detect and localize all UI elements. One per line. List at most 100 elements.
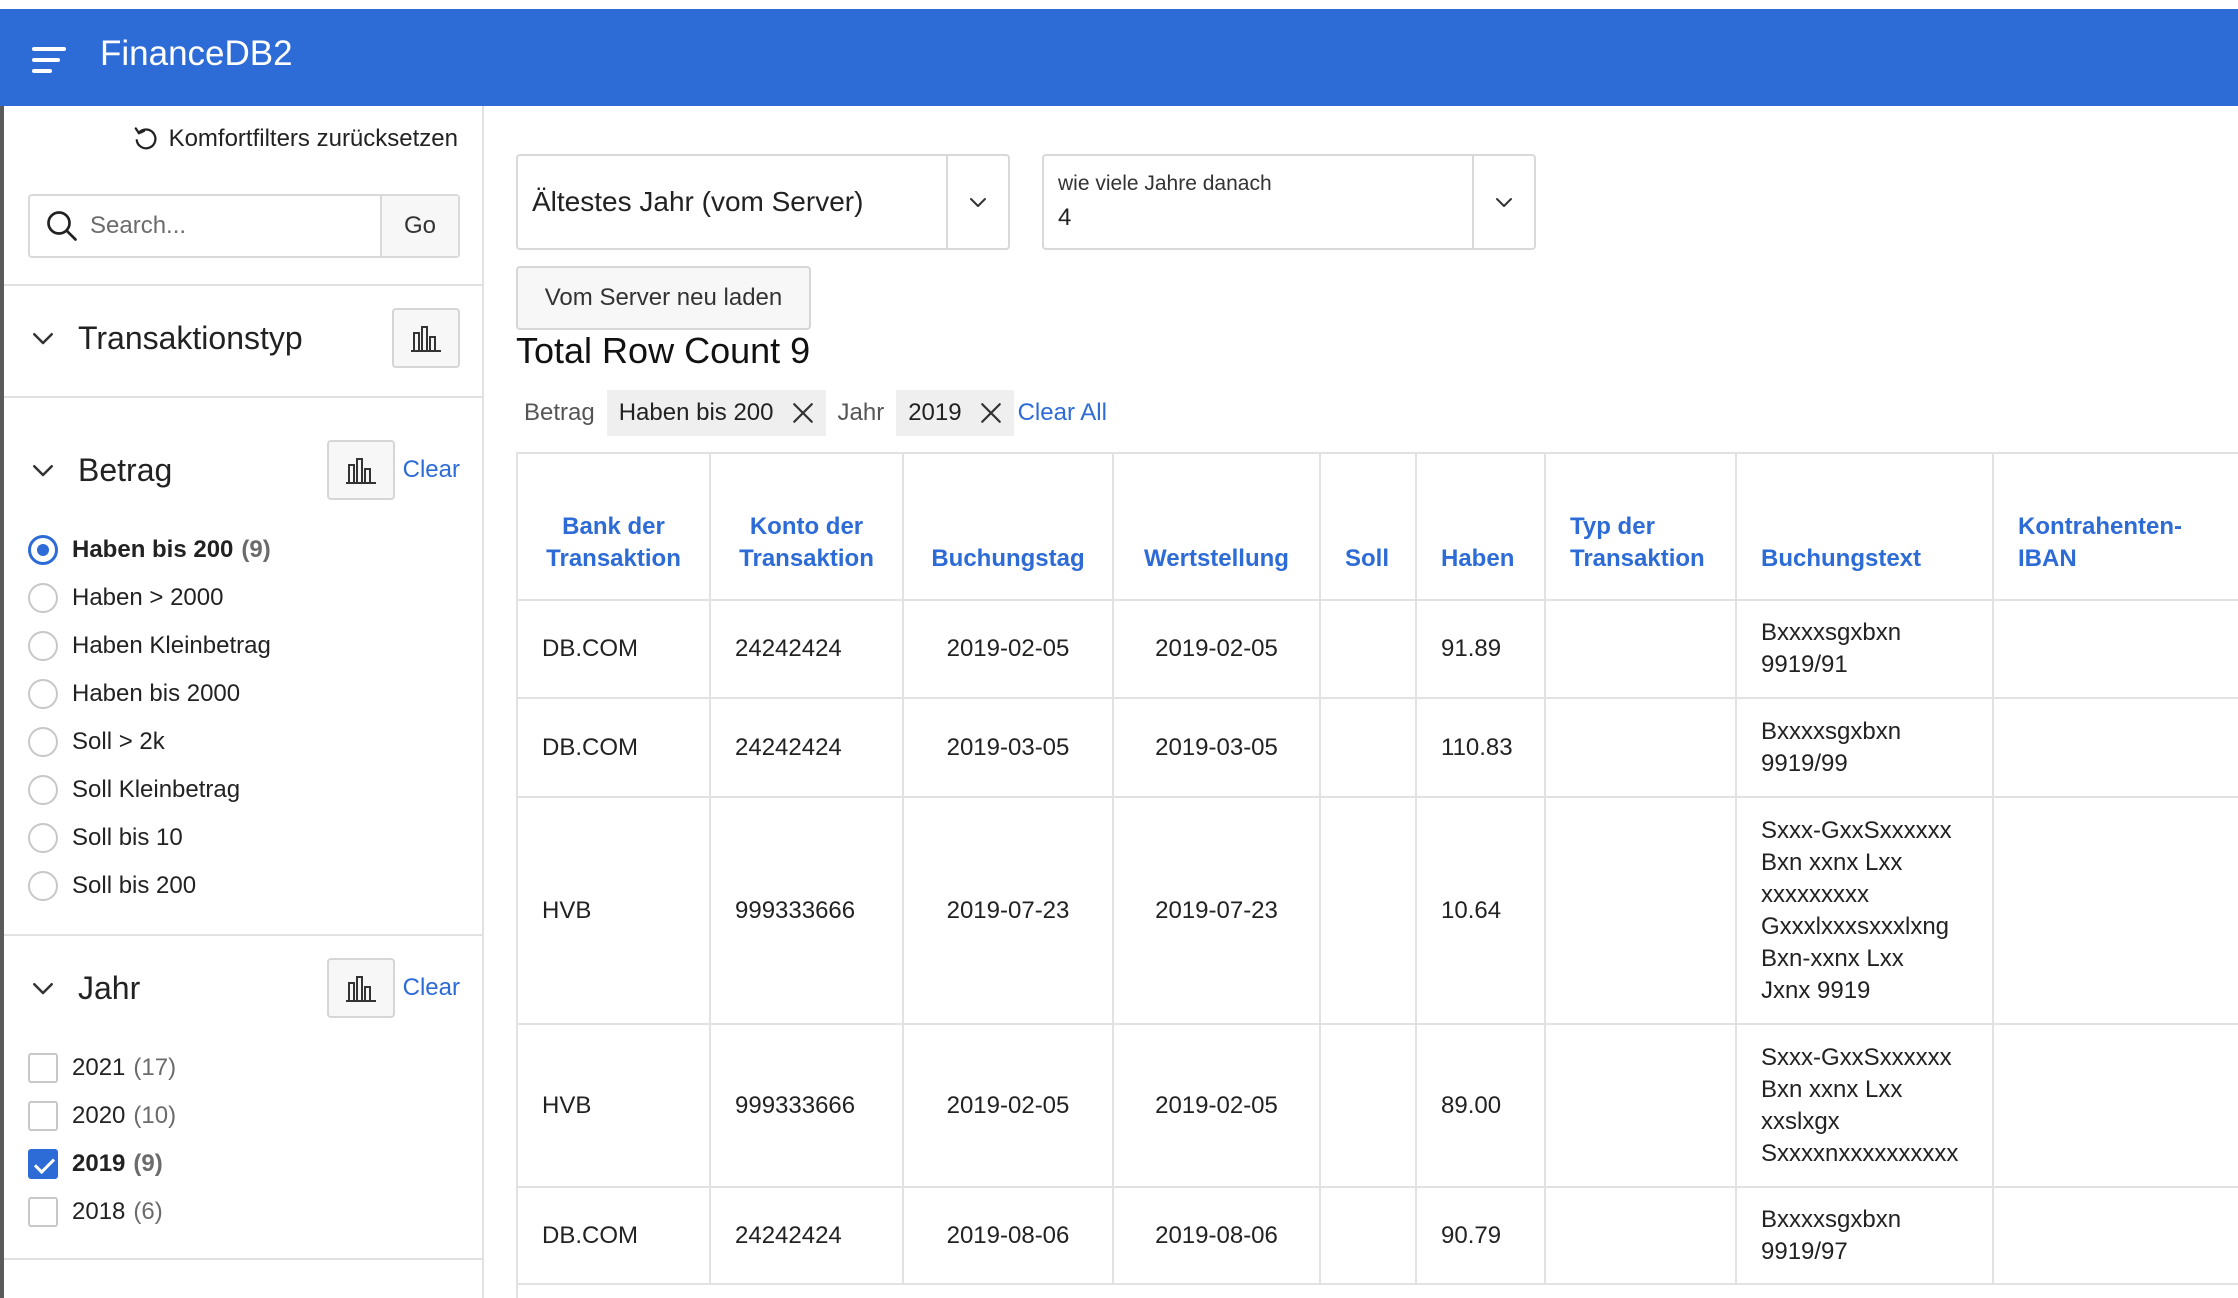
cell-konto: 24242424 <box>710 698 904 798</box>
bar-chart-icon <box>345 976 376 1002</box>
reload-from-server-button[interactable]: Vom Server neu laden <box>516 266 811 330</box>
bar-chart-icon <box>411 326 441 352</box>
column-header-buchungstext[interactable]: Buchungstext <box>1736 454 1994 601</box>
facet-option[interactable]: Soll Kleinbetrag <box>28 770 240 810</box>
cell-soll <box>1320 698 1417 798</box>
chevron-down-icon[interactable] <box>28 455 58 485</box>
facet-clear-link[interactable]: Clear <box>403 456 460 484</box>
radio-button[interactable] <box>28 583 58 613</box>
filter-chip: 2019 <box>896 390 1014 436</box>
clear-all-link[interactable]: Clear All <box>1018 399 1107 427</box>
option-label: Soll bis 200 <box>72 872 197 899</box>
cell-typ <box>1545 797 1737 1025</box>
reset-icon <box>134 127 157 150</box>
checkbox[interactable] <box>28 1101 58 1131</box>
facet-chart-button[interactable] <box>392 308 460 368</box>
chevron-down-icon[interactable] <box>28 323 58 353</box>
years-after-select[interactable]: wie viele Jahre danach 4 <box>1042 154 1536 250</box>
radio-button[interactable] <box>28 727 58 757</box>
facet-option[interactable]: Haben bis 200 (9) <box>28 530 271 570</box>
radio-button[interactable] <box>28 631 58 661</box>
column-header-buchungstag[interactable]: Buchungstag <box>903 454 1114 601</box>
cell-bank: DB.COM <box>518 698 711 798</box>
divider <box>4 1258 482 1260</box>
cell-buchungstext: Sxxx-GxxSxxxxxx Bxn xxnx Lxx xxxxxxxxx Gxxx… <box>1736 797 1994 1025</box>
option-label: Haben > 2000 <box>72 584 224 611</box>
cell-buchungstext: Bxxxxsgxbxn 9919/91 <box>1736 600 1994 699</box>
oldest-year-select[interactable]: Ältestes Jahr (vom Server) <box>516 154 1010 250</box>
cell-buchungstag: 2019-02-05 <box>903 1024 1114 1188</box>
facet-option[interactable]: Haben > 2000 <box>28 578 223 618</box>
checkbox[interactable] <box>28 1149 58 1179</box>
radio-button[interactable] <box>28 535 58 565</box>
checkbox[interactable] <box>28 1197 58 1227</box>
faceted-search-sidebar: Komfortfilters zurücksetzen Go Transakti… <box>4 106 484 1298</box>
facet-option[interactable]: 2019 (9) <box>28 1144 163 1184</box>
option-label: 2021 <box>72 1054 126 1081</box>
column-header-haben[interactable]: Haben <box>1416 454 1546 601</box>
facet-option[interactable]: Soll > 2k <box>28 722 165 762</box>
total-row-count: Total Row Count 9 <box>516 330 811 371</box>
cell-wertstellung: 2019-02-05 <box>1113 600 1321 699</box>
select-value: 4 <box>1058 204 1072 231</box>
radio-button[interactable] <box>28 871 58 901</box>
go-button[interactable]: Go <box>380 196 458 256</box>
option-count: (17) <box>133 1054 177 1081</box>
option-label: Haben bis 200 <box>72 536 234 563</box>
cell-haben: 110.83 <box>1416 698 1546 798</box>
radio-button[interactable] <box>28 823 58 853</box>
chip-label: Betrag <box>524 399 595 426</box>
facet-option[interactable]: 2021 (17) <box>28 1048 176 1088</box>
cell-typ <box>1545 600 1737 699</box>
column-header-soll[interactable]: Soll <box>1320 454 1417 601</box>
facet-option[interactable]: Soll bis 10 <box>28 818 183 858</box>
table-header-row: Bank der Transaktion Konto der Transaktion… <box>518 454 2238 601</box>
app-title: FinanceDB2 <box>100 34 293 73</box>
table-row: HVB 999333666 2019-02-05 2019-02-05 89.0… <box>518 1024 2238 1188</box>
facet-option[interactable]: 2018 (6) <box>28 1192 163 1232</box>
facet-option[interactable]: Haben bis 2000 <box>28 674 240 714</box>
cell-buchungstag: 2019-07-23 <box>903 797 1114 1025</box>
reset-filters-button[interactable]: Komfortfilters zurücksetzen <box>131 124 458 154</box>
cell-buchungstag: 2019-08-06 <box>903 1187 1114 1285</box>
cell-wertstellung: 2019-03-05 <box>1113 698 1321 798</box>
facet-betrag: Betrag Clear <box>28 436 460 504</box>
cell-typ <box>1545 1187 1737 1285</box>
chevron-down-icon[interactable] <box>28 973 58 1003</box>
option-label: Soll > 2k <box>72 728 165 755</box>
column-header-iban[interactable]: Kontrahenten- IBAN <box>1993 454 2238 601</box>
select-label: wie viele Jahre danach <box>1058 172 1272 195</box>
search-input[interactable] <box>88 211 348 241</box>
checkbox[interactable] <box>28 1053 58 1083</box>
cell-buchungstext: Sxxx-GxxSxxxxxx Bxn xxnx Lxx xxslxgx Sxxxxn… <box>1736 1024 1994 1188</box>
facet-option[interactable]: 2020 (10) <box>28 1096 176 1136</box>
cell-soll <box>1320 600 1417 699</box>
close-icon[interactable] <box>976 398 1006 428</box>
table-row: DB.COM 24242424 2019-08-06 2019-08-06 90… <box>518 1187 2238 1285</box>
table-row: DB.COM 24242424 2019-02-05 2019-02-05 91… <box>518 600 2238 699</box>
column-header-typ[interactable]: Typ der Transaktion <box>1545 454 1737 601</box>
filter-chip: Haben bis 200 <box>606 390 826 436</box>
facet-option[interactable]: Haben Kleinbetrag <box>28 626 271 666</box>
radio-button[interactable] <box>28 775 58 805</box>
search-box: Go <box>28 194 460 258</box>
facet-chart-button[interactable] <box>326 958 395 1018</box>
option-label: 2020 <box>72 1102 126 1129</box>
cell-haben: 10.64 <box>1416 797 1546 1025</box>
column-header-konto[interactable]: Konto der Transaktion <box>710 454 904 601</box>
facet-clear-link[interactable]: Clear <box>403 974 460 1002</box>
close-icon[interactable] <box>788 398 818 428</box>
divider <box>4 396 482 398</box>
cell-bank: DB.COM <box>518 1187 711 1285</box>
cell-konto: 999333666 <box>710 1024 904 1188</box>
cell-buchungstag: 2019-03-05 <box>903 698 1114 798</box>
cell-wertstellung: 2019-08-06 <box>1113 1187 1321 1285</box>
menu-icon[interactable] <box>32 43 70 77</box>
column-header-wertstellung[interactable]: Wertstellung <box>1113 454 1321 601</box>
radio-button[interactable] <box>28 679 58 709</box>
facet-chart-button[interactable] <box>326 440 395 500</box>
option-count: (9) <box>241 536 271 563</box>
column-header-bank[interactable]: Bank der Transaktion <box>518 454 711 601</box>
facet-option[interactable]: Soll bis 200 <box>28 866 196 906</box>
option-count: (9) <box>133 1150 163 1177</box>
